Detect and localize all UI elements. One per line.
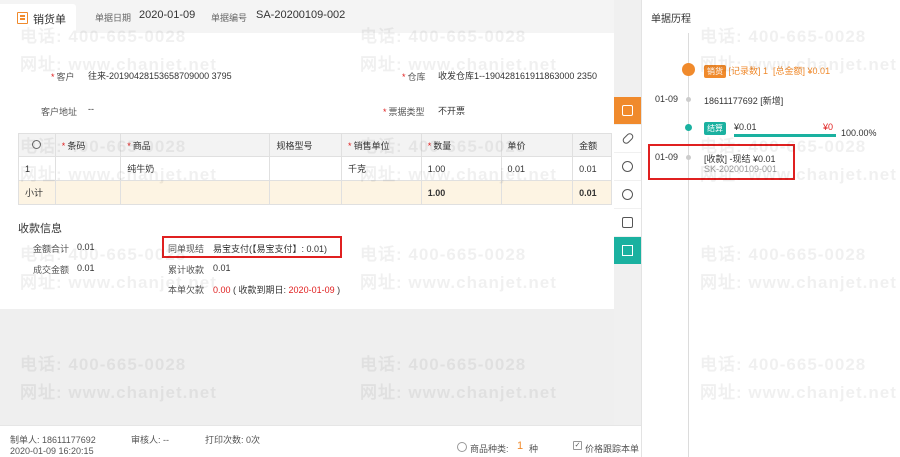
history-panel: 单据历程 销货 [记录数] 1 [总金额] ¥0.01 01-09 186111… [641,0,900,457]
cell-barcode[interactable] [54,156,122,181]
cell-unit[interactable]: 千克 [341,156,422,181]
column-header: * 销售单位 [341,133,422,157]
exchange-button[interactable] [614,153,641,180]
address-label: 客户地址 [41,107,78,117]
history-entry: 18611177692 [新增] [704,96,784,106]
invoice-label: * 票据类型 [383,107,425,117]
info-icon [457,442,467,452]
cell-qty[interactable]: 1.00 [420,156,502,181]
kinds-label: 商品种类: [470,444,509,454]
owed-value: 0.00 ( 收款到期日: 2020-01-09 ) [213,285,341,295]
date-value: 2020-01-09 [139,9,196,21]
sale-dot [682,63,695,76]
highlight-box-receipt [648,144,795,180]
column-header: 金额 [572,133,612,157]
edit-button[interactable] [614,97,641,124]
owed-label: 本单欠款 [168,285,205,295]
settle-remain: ¥0 [823,122,834,132]
subtotal-qty: 1.00 [420,180,502,205]
invoice-field[interactable]: 不开票 [438,104,465,117]
customer-label: * 客户 [51,72,75,82]
history-title: 单据历程 [651,14,691,25]
subtotal-amount: 0.01 [572,180,612,205]
link-icon [620,131,635,146]
settle-dot [685,124,692,131]
table-row[interactable]: 1 纯牛奶 千克 1.00 0.01 0.01 [18,156,612,181]
subtotal-label: 小计 [18,180,56,205]
cumulative-value: 0.01 [213,263,231,273]
price-track-checkbox[interactable]: ✓ [573,441,582,450]
tab-sales-order[interactable]: 销货单 [0,4,76,33]
column-header: * 条码 [54,133,122,157]
row-index: 1 [18,156,56,181]
maker-info: 制单人: 18611177692 [10,435,96,445]
cell-product[interactable]: 纯牛奶 [120,156,271,181]
tab-label: 销货单 [33,14,66,26]
created-time: 2020-01-09 16:20:15 [10,446,94,456]
cell-spec[interactable] [269,156,343,181]
settle-amount: ¥0.01 [734,122,757,132]
form-body: * 客户 往来-20190428153658709000 3795 * 仓库 收发仓… [0,33,614,309]
settle-entry[interactable]: 结算 [704,122,726,135]
column-settings[interactable] [18,133,56,157]
print-count: 打印次数: 0次 [205,435,261,445]
side-toolbar [614,97,641,264]
date-label: 单据日期 [95,13,132,23]
total-value: 0.01 [77,242,95,252]
address-field[interactable]: -- [88,104,94,114]
cell-amount[interactable]: 0.01 [572,156,612,181]
exchange-icon [622,161,633,172]
auditor-info: 审核人: -- [131,435,169,445]
column-header: 规格型号 [269,133,343,157]
column-header: * 数量 [420,133,502,157]
history-button[interactable] [614,181,641,208]
clock-icon [622,189,633,200]
sale-entry[interactable]: 销货 [记录数] 1 [总金额] ¥0.01 [704,64,830,78]
edit-icon [622,105,633,116]
deal-label: 成交金额 [33,265,70,275]
print-button[interactable] [614,209,641,236]
table-header-row: * 条码 * 商品 规格型号 * 销售单位 * 数量 单价 金额 [18,133,612,157]
warehouse-field[interactable]: 收发仓库1--190428161911863000 2350 [438,69,597,82]
price-track-label: 价格跟踪本单 [585,444,640,454]
warehouse-label: * 仓库 [402,72,426,82]
cell-price[interactable]: 0.01 [500,156,574,181]
expand-button[interactable] [614,237,641,264]
document-icon [17,12,28,24]
number-label: 单据编号 [211,13,248,23]
settle-progress [734,134,836,137]
document-header: 销货单 单据日期 2020-01-09 单据编号 SA-20200109-002 [0,0,614,33]
footer-bar: 制单人: 18611177692 审核人: -- 打印次数: 0次 2020-0… [0,425,644,457]
gear-icon [32,139,42,149]
column-header: 单价 [500,133,574,157]
highlight-box-settle [162,236,342,258]
main-panel: 销货单 单据日期 2020-01-09 单据编号 SA-20200109-002… [0,0,614,457]
number-value: SA-20200109-002 [256,9,346,21]
deal-value: 0.01 [77,263,95,273]
link-button[interactable] [614,125,641,152]
timeline-dot [686,97,691,102]
expand-icon [622,245,633,256]
cumulative-label: 累计收款 [168,265,205,275]
history-date: 01-09 [655,94,679,104]
payment-section-title: 收款信息 [18,223,62,235]
product-table: * 条码 * 商品 规格型号 * 销售单位 * 数量 单价 金额 1 纯牛奶 千克 1.… [18,133,612,205]
kinds-value: 1 [517,440,524,452]
kinds-unit: 种 [529,444,539,454]
subtotal-row: 小计 1.00 0.01 [18,180,612,205]
barcode-icon [622,217,633,228]
column-header: * 商品 [120,133,271,157]
customer-field[interactable]: 往来-20190428153658709000 3795 [88,69,232,82]
settle-percent: 100.00% [841,128,877,138]
total-label: 金额合计 [33,244,70,254]
